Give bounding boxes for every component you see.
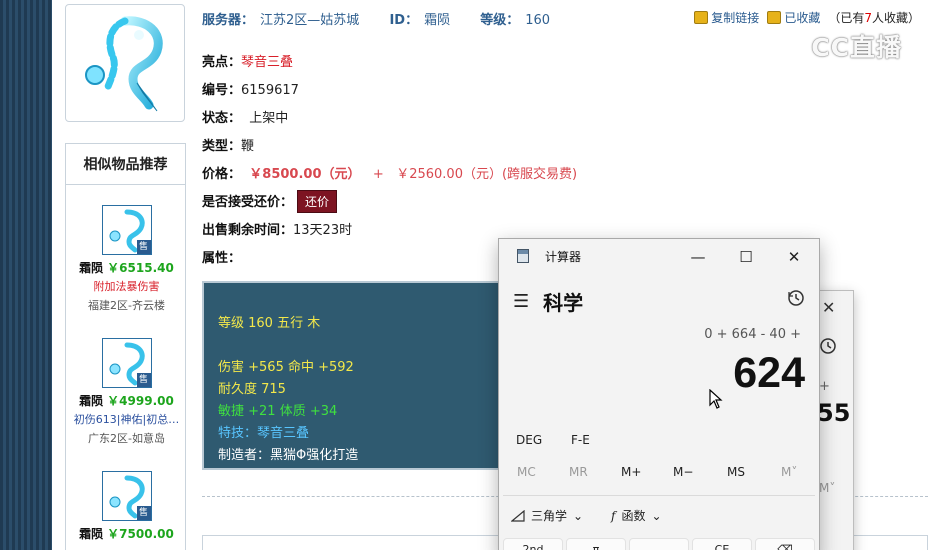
status-value: 上架中 — [249, 111, 289, 126]
euler-key[interactable] — [629, 538, 689, 550]
memory-clear-button[interactable]: MC — [517, 465, 536, 479]
similar-items-title: 相似物品推荐 — [66, 144, 185, 185]
similar-item[interactable]: 售 霜陨 ￥7500.00 — [66, 471, 187, 542]
type-row: 类型：鞭 — [202, 139, 255, 154]
similar-items-panel: 相似物品推荐 售 霜陨 ￥6515.40 附加法暴伤害 福建2区-齐云楼 售 霜陨… — [65, 143, 186, 550]
folder-icon — [767, 11, 782, 24]
item-number: 6159617 — [241, 83, 299, 98]
trigonometry-dropdown[interactable]: 三角学 ⌄ — [511, 507, 583, 524]
type-value: 鞭 — [241, 139, 255, 154]
cross-server-fee: ￥2560.00（元）(跨服交易费) — [396, 167, 578, 182]
chevron-down-icon: ⌄ — [573, 508, 584, 523]
back-expression: + — [819, 379, 830, 394]
clear-entry-key[interactable]: CE — [692, 538, 752, 550]
bargain-row: 是否接受还价： 还价 — [202, 190, 338, 213]
calculator-mode-header: ☰ 科学 — [513, 287, 583, 316]
attributes-row: 属性： — [202, 251, 242, 266]
memory-add-button[interactable]: M+ — [621, 465, 641, 479]
stream-watermark: CC直播 — [811, 33, 902, 62]
chevron-down-icon: ⌄ — [651, 508, 662, 523]
whip-thumbnail-icon: 售 — [101, 471, 152, 521]
similar-item-price: ￥4999.00 — [107, 394, 174, 408]
item-header-meta: 服务器： 江苏2区—姑苏城 ID： 霜陨 等级： 160 — [202, 9, 550, 28]
left-background-stripe — [0, 0, 52, 550]
mouse-cursor-icon — [709, 389, 723, 409]
calculator-keypad: 2nd π CE ⌫ — [503, 538, 815, 550]
function-icon: f — [611, 508, 616, 523]
memory-store-button[interactable]: MS — [727, 465, 745, 479]
calculator-window: 计算器 — ☐ ✕ ☰ 科学 0 + 664 - 40 + 624 DEG F-… — [498, 238, 820, 550]
item-actions: 复制链接 已收藏 （已有7人收藏） — [694, 9, 920, 26]
similar-item[interactable]: 售 霜陨 ￥4999.00 初伤613|神佑|初总… 广东2区-如意岛 — [66, 338, 187, 446]
copy-link-button[interactable]: 复制链接 — [694, 9, 759, 26]
similar-item-server: 广东2区-如意岛 — [88, 432, 165, 445]
minimize-button[interactable]: — — [675, 244, 721, 270]
memory-list-button[interactable]: M˅ — [781, 465, 797, 479]
backspace-key[interactable]: ⌫ — [755, 538, 815, 550]
id-label: ID： — [389, 13, 419, 28]
back-display: 55 — [817, 399, 851, 427]
favorite-count-text: （已有7人收藏） — [828, 11, 920, 25]
remaining-time-value: 13天23时 — [293, 223, 353, 238]
similar-item-note: 附加法暴伤害 — [93, 280, 160, 293]
similar-item[interactable]: 售 霜陨 ￥6515.40 附加法暴伤害 福建2区-齐云楼 — [66, 205, 187, 313]
favorite-button[interactable]: 已收藏 — [767, 9, 820, 26]
similar-item-price: ￥6515.40 — [107, 261, 174, 275]
calculator-title: 计算器 — [545, 249, 582, 264]
item-image — [65, 4, 185, 122]
for-sale-badge: 售 — [136, 506, 151, 520]
memory-subtract-button[interactable]: M− — [673, 465, 693, 479]
triangle-icon — [511, 509, 525, 522]
second-function-key[interactable]: 2nd — [503, 538, 563, 550]
price-row: 价格： ￥8500.00（元） + ￥2560.00（元）(跨服交易费) — [202, 167, 578, 182]
remaining-time-row: 出售剩余时间：13天23时 — [202, 223, 353, 238]
history-icon[interactable] — [787, 289, 805, 311]
menu-icon[interactable]: ☰ — [513, 291, 529, 312]
similar-item-server: 福建2区-齐云楼 — [88, 299, 165, 312]
back-memory-list-button[interactable]: M˅ — [819, 481, 835, 495]
level-value: 160 — [525, 13, 551, 28]
highlight-value: 琴音三叠 — [241, 55, 294, 70]
bargain-button[interactable]: 还价 — [297, 190, 338, 213]
calculator-expression: 0 + 664 - 40 + — [704, 327, 801, 342]
for-sale-badge: 售 — [136, 373, 151, 387]
calculator-display: 624 — [733, 349, 805, 397]
close-button[interactable]: ✕ — [771, 244, 817, 270]
id-value: 霜陨 — [424, 13, 451, 28]
whip-thumbnail-icon: 售 — [101, 205, 152, 255]
server-label: 服务器： — [202, 13, 255, 28]
price-value: ￥8500.00（元） — [249, 167, 361, 182]
calculator-app-icon — [517, 249, 529, 263]
fe-toggle[interactable]: F-E — [571, 433, 590, 447]
memory-recall-button[interactable]: MR — [569, 465, 588, 479]
history-icon[interactable] — [819, 337, 837, 359]
whip-thumbnail-icon: 售 — [101, 338, 152, 388]
number-row: 编号：6159617 — [202, 83, 299, 98]
for-sale-badge: 售 — [136, 240, 151, 254]
divider — [503, 495, 815, 496]
server-value: 江苏2区—姑苏城 — [260, 13, 360, 28]
pi-key[interactable]: π — [566, 538, 626, 550]
link-icon — [694, 11, 709, 24]
status-row: 状态： 上架中 — [202, 111, 289, 126]
level-label: 等级： — [480, 13, 520, 28]
calculator-mode-title: 科学 — [543, 291, 584, 315]
deg-toggle[interactable]: DEG — [516, 433, 542, 447]
whip-item-icon — [85, 16, 163, 112]
maximize-button[interactable]: ☐ — [723, 244, 769, 270]
function-dropdown[interactable]: f 函数 ⌄ — [611, 507, 662, 524]
highlight-row: 亮点：琴音三叠 — [202, 55, 294, 70]
similar-item-note: 初伤613|神佑|初总… — [73, 413, 180, 426]
similar-item-price: ￥7500.00 — [107, 527, 174, 541]
close-icon[interactable]: ✕ — [822, 298, 835, 317]
